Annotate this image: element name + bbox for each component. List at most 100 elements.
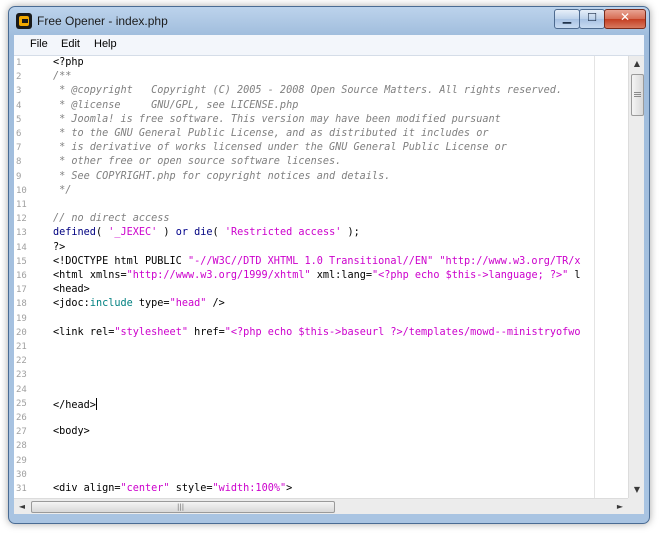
- code-content: ?>: [53, 242, 65, 253]
- app-icon[interactable]: [16, 13, 32, 29]
- code-line[interactable]: 1 <?php: [14, 56, 628, 70]
- code-token: "-//W3C//DTD XHTML 1.0 Transitional//EN": [187, 255, 434, 267]
- code-token: ?>: [53, 241, 66, 253]
- code-token: defined: [53, 227, 96, 239]
- code-content: <html xmlns="http://www.w3.org/1999/xhtm…: [53, 270, 581, 281]
- code-line[interactable]: 16 <html xmlns="http://www.w3.org/1999/xh…: [14, 269, 628, 283]
- line-number: 14: [16, 242, 27, 253]
- line-number: 10: [16, 185, 27, 196]
- code-text-area[interactable]: 1 <?php 2 /** 3 * @copyright Copyright (C) 2…: [14, 56, 628, 498]
- code-line[interactable]: 3 * @copyright Copyright (C) 2005 - 2008…: [14, 84, 628, 98]
- code-line[interactable]: 7 * is derivative of works licensed unde…: [14, 141, 628, 155]
- line-number: 24: [16, 384, 27, 395]
- code-line[interactable]: 24: [14, 383, 628, 397]
- menu-edit[interactable]: Edit: [61, 38, 80, 50]
- code-content: <!DOCTYPE html PUBLIC "-//W3C//DTD XHTML…: [53, 256, 581, 267]
- line-number: 9: [16, 171, 22, 182]
- code-content: * other free or open source software lic…: [53, 156, 341, 167]
- line-number: 18: [16, 299, 27, 310]
- code-token: <jdoc:: [53, 298, 90, 310]
- code-line[interactable]: 23: [14, 368, 628, 382]
- code-line[interactable]: 5 * Joomla! is free software. This versi…: [14, 113, 628, 127]
- code-token: xmlns=: [89, 270, 127, 281]
- code-content: // no direct access: [53, 213, 170, 224]
- code-editor[interactable]: 1 <?php 2 /** 3 * @copyright Copyright (C) 2…: [14, 56, 644, 514]
- grip-line: [634, 94, 641, 95]
- scroll-up-button[interactable]: ▲: [629, 56, 644, 72]
- code-line[interactable]: 18 <jdoc:include type="head" />: [14, 297, 628, 311]
- maximize-button[interactable]: ☐: [579, 9, 605, 29]
- code-token: (: [212, 227, 225, 239]
- code-token: style=: [169, 483, 213, 494]
- line-number: 7: [16, 143, 22, 154]
- vertical-scrollbar[interactable]: ▲ ▼: [628, 56, 644, 498]
- line-number: 15: [16, 256, 27, 267]
- code-token: * Joomla! is free software. This version…: [53, 113, 501, 125]
- scrollbar-corner: [628, 498, 644, 514]
- code-line[interactable]: 15 <!DOCTYPE html PUBLIC "-//W3C//DTD XHT…: [14, 255, 628, 269]
- horizontal-scrollbar[interactable]: ◄ ||| ►: [14, 498, 628, 514]
- line-number: 3: [16, 86, 22, 97]
- line-number: 11: [16, 200, 27, 210]
- code-token: or: [175, 227, 188, 239]
- title-bar[interactable]: Free Opener - index.php ▁ ☐ ✕: [9, 7, 649, 35]
- horizontal-scroll-thumb[interactable]: |||: [31, 501, 335, 513]
- code-line[interactable]: 27 <body>: [14, 425, 628, 439]
- code-line[interactable]: 22: [14, 354, 628, 368]
- code-line[interactable]: 12 // no direct access: [14, 212, 628, 226]
- line-number: 13: [16, 228, 27, 239]
- code-token: <html: [53, 270, 90, 281]
- menu-file[interactable]: File: [30, 38, 48, 50]
- text-caret: [95, 397, 97, 410]
- code-line[interactable]: 14 ?>: [14, 241, 628, 255]
- close-button[interactable]: ✕: [604, 9, 646, 29]
- arrow-down-icon: ▼: [633, 485, 641, 494]
- line-number: 27: [16, 427, 27, 438]
- code-token: (: [95, 227, 109, 239]
- vertical-scroll-thumb[interactable]: [631, 74, 644, 116]
- code-token: 'Restricted access': [224, 227, 342, 239]
- code-line[interactable]: 2 /**: [14, 70, 628, 84]
- code-content: * to the GNU General Public License, and…: [53, 128, 488, 139]
- scroll-left-button[interactable]: ◄: [14, 499, 30, 514]
- minimize-button[interactable]: ▁: [554, 9, 580, 29]
- code-line[interactable]: 25 </head>: [14, 397, 628, 411]
- grip-line: [634, 96, 641, 97]
- code-content: <div align="center" style="width:100%">: [53, 483, 292, 494]
- arrow-right-icon: ►: [616, 502, 624, 511]
- code-line[interactable]: 4 * @license GNU/GPL, see LICENSE.php: [14, 99, 628, 113]
- code-token: type=: [132, 298, 170, 310]
- code-line[interactable]: 28: [14, 439, 628, 453]
- code-content: * @copyright Copyright (C) 2005 - 2008 O…: [53, 85, 562, 96]
- code-token: "stylesheet": [114, 326, 188, 338]
- menu-help[interactable]: Help: [94, 38, 117, 50]
- code-line[interactable]: 13 defined( '_JEXEC' ) or die( 'Restricte…: [14, 226, 628, 240]
- code-line[interactable]: 26: [14, 411, 628, 425]
- code-line[interactable]: 17 <head>: [14, 283, 628, 297]
- code-token: <link: [53, 326, 90, 338]
- code-line[interactable]: 11: [14, 198, 628, 212]
- code-line[interactable]: 10 */: [14, 184, 628, 198]
- code-token: align=: [83, 483, 121, 494]
- code-token: * to the GNU General Public License, and…: [53, 128, 489, 139]
- code-line[interactable]: 21: [14, 340, 628, 354]
- line-number: 17: [16, 285, 27, 296]
- code-line[interactable]: 20 <link rel="stylesheet" href="<?php ech…: [14, 326, 628, 340]
- code-line[interactable]: 6 * to the GNU General Public License, a…: [14, 127, 628, 141]
- code-token: "head": [169, 298, 207, 310]
- line-number: 4: [16, 100, 22, 111]
- code-token: "http://www.w3.org/TR/x: [439, 255, 581, 267]
- code-line[interactable]: 8 * other free or open source software l…: [14, 155, 628, 169]
- code-line[interactable]: 31 <div align="center" style="width:100%"…: [14, 482, 628, 496]
- code-line[interactable]: 9 * See COPYRIGHT.php for copyright noti…: [14, 170, 628, 184]
- code-line[interactable]: 29: [14, 454, 628, 468]
- code-line[interactable]: 19: [14, 312, 628, 326]
- code-line[interactable]: 30: [14, 468, 628, 482]
- scroll-right-button[interactable]: ►: [612, 499, 628, 514]
- code-token: <div: [53, 483, 84, 494]
- menu-bar: File Edit Help: [14, 35, 644, 56]
- code-content: <?php: [53, 57, 84, 68]
- scroll-down-button[interactable]: ▼: [629, 482, 644, 498]
- maximize-icon: ☐: [587, 11, 597, 24]
- code-token: /**: [53, 71, 72, 83]
